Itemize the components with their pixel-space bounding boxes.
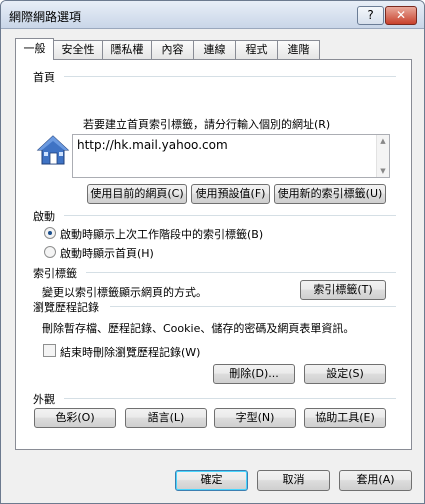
- use-current-page-button[interactable]: 使用目前的網頁(C): [87, 184, 187, 204]
- tabs-description: 變更以索引標籤顯示網頁的方式。: [42, 286, 207, 299]
- cancel-button[interactable]: 取消: [257, 470, 330, 491]
- startup-restore-tabs-label[interactable]: 啟動時顯示上次工作階段中的索引標籤(B): [60, 226, 263, 242]
- general-panel: 首頁 若要建立首頁索引標籤，請分行輸入個別的網址(R) http://hk.ma…: [15, 59, 412, 450]
- window-title: 網際網路選項: [9, 10, 82, 24]
- colors-button[interactable]: 色彩(O): [34, 408, 116, 428]
- tab-advanced[interactable]: 進階: [277, 40, 320, 59]
- startup-home-page-label[interactable]: 啟動時顯示首頁(H): [60, 245, 154, 261]
- browsing-history-description: 刪除暫存檔、歷程記錄、Cookie、儲存的密碼及網頁表單資訊。: [42, 322, 355, 335]
- divider: [110, 306, 396, 307]
- tabs-settings-button[interactable]: 索引標籤(T): [300, 280, 386, 300]
- dialog-body: 一般 安全性 隱私權 內容 連線 程式 進階 首頁 若要建立首頁索引標籤，請分行…: [1, 29, 424, 503]
- appearance-heading: 外觀: [33, 393, 55, 406]
- delete-history-on-exit-label[interactable]: 結束時刪除瀏覽歷程記錄(W): [60, 344, 200, 360]
- use-default-button[interactable]: 使用預設值(F): [191, 184, 270, 204]
- tab-privacy[interactable]: 隱私權: [102, 40, 152, 59]
- home-page-url-value: http://hk.mail.yahoo.com: [77, 138, 228, 152]
- tab-security[interactable]: 安全性: [53, 40, 103, 59]
- tab-connections[interactable]: 連線: [193, 40, 236, 59]
- fonts-button[interactable]: 字型(N): [214, 408, 296, 428]
- tab-programs[interactable]: 程式: [235, 40, 278, 59]
- browsing-history-heading: 瀏覽歷程記錄: [33, 301, 99, 314]
- tabs-heading: 索引標籤: [33, 267, 77, 280]
- home-page-instructions: 若要建立首頁索引標籤，請分行輸入個別的網址(R): [83, 118, 331, 131]
- delete-history-on-exit-checkbox[interactable]: [43, 344, 56, 357]
- home-page-heading: 首頁: [33, 71, 55, 84]
- use-new-tab-button[interactable]: 使用新的索引標籤(U): [274, 184, 386, 204]
- internet-options-dialog: 網際網路選項 ? ✕ 一般 安全性 隱私權 內容 連線 程式 進階 首頁 若要建…: [0, 0, 425, 504]
- tab-general[interactable]: 一般: [15, 38, 54, 60]
- scroll-up-icon[interactable]: ▲: [377, 135, 389, 147]
- help-button[interactable]: ?: [357, 6, 384, 25]
- divider: [64, 76, 396, 77]
- home-page-url-field[interactable]: http://hk.mail.yahoo.com ▲ ▼: [72, 134, 390, 178]
- languages-button[interactable]: 語言(L): [125, 408, 207, 428]
- home-icon: [36, 135, 70, 165]
- close-button[interactable]: ✕: [385, 6, 417, 25]
- vertical-scrollbar[interactable]: ▲ ▼: [376, 135, 389, 177]
- divider: [86, 272, 396, 273]
- tab-content[interactable]: 內容: [151, 40, 194, 59]
- history-settings-button[interactable]: 設定(S): [304, 364, 386, 384]
- divider: [64, 215, 396, 216]
- delete-history-button[interactable]: 刪除(D)...: [213, 364, 295, 384]
- startup-restore-tabs-radio[interactable]: [44, 227, 56, 239]
- accessibility-button[interactable]: 協助工具(E): [304, 408, 386, 428]
- apply-button[interactable]: 套用(A): [339, 470, 412, 491]
- startup-home-page-radio[interactable]: [44, 246, 56, 258]
- startup-heading: 啟動: [33, 210, 55, 223]
- ok-button[interactable]: 確定: [175, 470, 248, 491]
- title-bar: 網際網路選項 ? ✕: [1, 1, 424, 29]
- divider: [64, 398, 396, 399]
- scroll-down-icon[interactable]: ▼: [377, 165, 389, 177]
